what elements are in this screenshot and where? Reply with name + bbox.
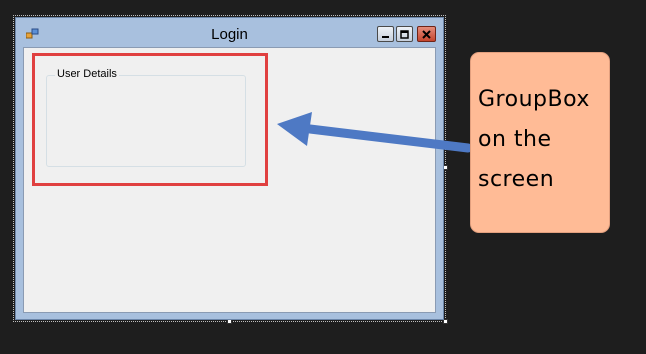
callout-line-2: on the [478, 127, 552, 152]
callout-line-1: GroupBox [478, 87, 590, 112]
callout-line-3: screen [478, 167, 555, 192]
callout-text: GroupBox on the screen [478, 80, 606, 200]
